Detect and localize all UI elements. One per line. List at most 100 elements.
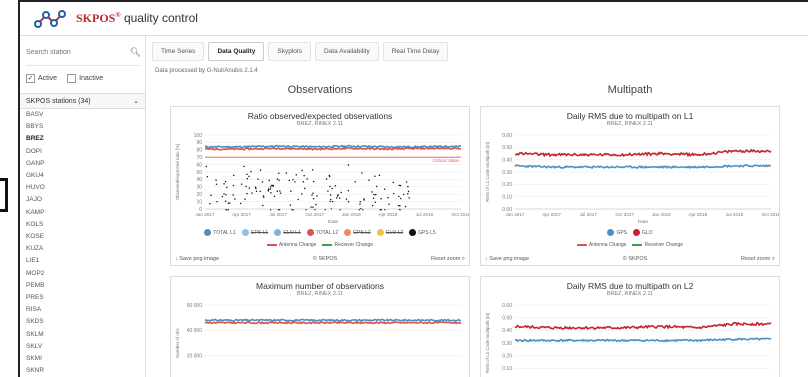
station-item[interactable]: KUZA — [20, 243, 145, 255]
gps-l5-point — [345, 198, 348, 200]
station-item[interactable]: BREZ — [20, 133, 145, 145]
zoom-icon: ⌕ — [771, 256, 775, 262]
tab-skyplots[interactable]: Skyplots — [268, 42, 311, 61]
filter-active-label: Active — [38, 75, 58, 82]
checkbox-checked-icon[interactable]: ✓ — [26, 74, 35, 83]
gps-l5-point — [405, 181, 408, 183]
station-item[interactable]: PRES — [20, 292, 145, 304]
x-tick-label: Jan 2018 — [342, 212, 361, 217]
station-item[interactable]: SKDS — [20, 316, 145, 328]
gps-l5-point — [270, 192, 272, 194]
reset-zoom-label: Reset zoom — [741, 256, 771, 262]
legend-glo[interactable]: GLO — [633, 229, 653, 236]
gps-l5-point — [407, 193, 409, 195]
legend-gps-l2[interactable]: GPS L2 — [344, 229, 371, 236]
legend-marker — [376, 229, 384, 236]
gps-l5-point — [262, 204, 264, 207]
y-tick-label: 0.40 — [502, 328, 512, 334]
legend-receiver-change[interactable]: Receiver Change — [322, 242, 373, 248]
station-group-label: SKPOS stations (34) — [26, 97, 91, 105]
station-item[interactable]: SKLM — [20, 329, 145, 341]
x-tick-label: Oct 2018 — [452, 212, 469, 217]
station-item[interactable]: RISA — [20, 304, 145, 316]
station-item[interactable]: GANP — [20, 158, 145, 170]
gps-l5-point — [297, 198, 299, 201]
gps-l5-point — [289, 204, 292, 206]
reset-zoom-button[interactable]: Reset zoom ⌕ — [431, 256, 465, 263]
max-obs-chart[interactable]: 60 000 40 000 20 000 Number of obs — [171, 301, 469, 377]
gps-l5-point — [398, 184, 400, 187]
y-tick-label: 0.30 — [502, 170, 512, 176]
y-tick-label: 0.40 — [502, 157, 512, 163]
y-tick-label: 0.10 — [502, 366, 512, 372]
y-tick-label: 40 000 — [187, 328, 203, 334]
legend-total-l1[interactable]: TOTAL L1 — [204, 229, 236, 236]
station-item[interactable]: KOSE — [20, 231, 145, 243]
station-item[interactable]: SKNR — [20, 365, 145, 377]
chart-panel-multipath-l2: Daily RMS due to multipath on L2 BREZ, R… — [480, 276, 780, 377]
app-header: SKPOS® quality control — [20, 2, 808, 36]
station-item[interactable]: JAJO — [20, 194, 145, 206]
legend-antenna-change[interactable]: Antenna Change — [266, 242, 316, 248]
tab-data-quality[interactable]: Data Quality — [208, 42, 265, 61]
multipath-l2-chart[interactable]: 0.600.500.400.300.200.100.00RMS of L2 Co… — [481, 301, 779, 377]
chart-footer: ↓ Save png image © SKPOS Reset zoom ⌕ — [175, 256, 465, 263]
y-axis-label: RMS of L2 Code multipath [m] — [485, 313, 490, 373]
legend-marker — [409, 229, 417, 236]
station-item[interactable]: MOP2 — [20, 268, 145, 280]
station-item[interactable]: HUVO — [20, 182, 145, 194]
save-png-button[interactable]: ↓ Save png image — [485, 256, 529, 263]
legend-gps-l1[interactable]: GPS L1 — [241, 229, 268, 236]
station-group-header[interactable]: SKPOS stations (34) ⌄ — [20, 93, 145, 109]
filter-inactive[interactable]: Inactive — [67, 74, 103, 83]
station-item[interactable]: SKMI — [20, 353, 145, 365]
chart-title: Ratio observed/expected observations — [247, 111, 393, 121]
gps-l5-point — [288, 179, 290, 182]
station-item[interactable]: SKLV — [20, 341, 145, 353]
reset-zoom-button[interactable]: Reset zoom ⌕ — [741, 256, 775, 263]
legend-glo-l1[interactable]: GLO L1 — [274, 229, 301, 236]
legend-gps[interactable]: GPS — [607, 229, 627, 236]
gps-l5-point — [290, 190, 292, 192]
legend-total-l2[interactable]: TOTAL L2 — [306, 229, 338, 236]
search-input[interactable] — [26, 49, 126, 56]
x-tick-label: Oct 2017 — [615, 212, 634, 217]
station-item[interactable]: BBYS — [20, 121, 145, 133]
legend-glo-l2[interactable]: GLO L2 — [376, 229, 403, 236]
gps-l5-point — [221, 195, 224, 198]
chart-title: Daily RMS due to multipath on L2 — [566, 281, 694, 291]
chart-event-legend: Antenna Change Receiver Change — [171, 242, 469, 248]
gps-l5-point — [312, 169, 314, 171]
filter-active[interactable]: ✓ Active — [26, 74, 57, 83]
gps-l5-point — [359, 203, 361, 205]
brand-registered: ® — [115, 11, 121, 19]
legend-gps-l5[interactable]: GPS L5 — [409, 229, 436, 236]
legend-receiver-change[interactable]: Receiver Change — [632, 242, 683, 248]
multipath-l1-chart[interactable]: 0.600.500.400.300.200.100.00RMS of L1 Co… — [481, 131, 779, 227]
tab-real-time-delay[interactable]: Real Time Delay — [382, 42, 449, 61]
station-item[interactable]: PEMB — [20, 280, 145, 292]
station-item[interactable]: GKU4 — [20, 170, 145, 182]
logo-icon[interactable] — [34, 9, 66, 29]
checkbox-unchecked-icon[interactable] — [67, 74, 77, 83]
station-item[interactable]: KAMP — [20, 207, 145, 219]
legend-label: GLO L1 — [283, 229, 301, 236]
gps-l5-point — [259, 169, 262, 171]
chevron-down-icon[interactable]: ⌄ — [133, 97, 139, 105]
gps-l5-point — [233, 174, 235, 177]
gps-l5-point — [407, 190, 410, 193]
chart-panel-ratio: Ratio observed/expected observations BRE… — [170, 106, 470, 266]
search-icon[interactable]: 🔍︎ — [130, 47, 141, 58]
station-item[interactable]: LIE1 — [20, 255, 145, 267]
tab-data-availability[interactable]: Data Availability — [314, 42, 379, 61]
y-tick-label: 100 — [194, 133, 203, 139]
ratio-chart[interactable]: 1009080706050403020100Observed/expected … — [171, 131, 469, 227]
legend-antenna-change[interactable]: Antenna Change — [576, 242, 626, 248]
station-item[interactable]: BASV — [20, 109, 145, 121]
station-item[interactable]: KOLS — [20, 219, 145, 231]
app-title: SKPOS® quality control — [76, 11, 198, 26]
gps-l5-point — [304, 187, 306, 190]
station-item[interactable]: DOPI — [20, 146, 145, 158]
save-png-button[interactable]: ↓ Save png image — [175, 256, 219, 263]
tab-time-series[interactable]: Time Series — [152, 42, 205, 61]
